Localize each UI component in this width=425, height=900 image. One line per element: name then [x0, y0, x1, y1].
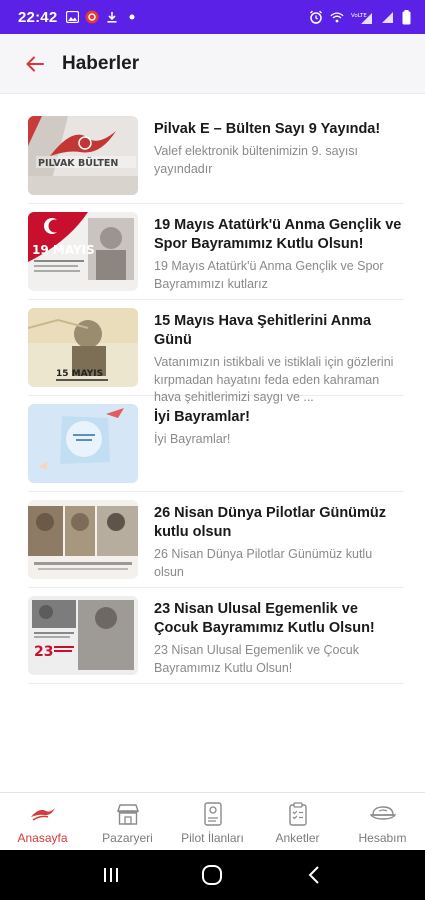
download-icon [105, 10, 119, 24]
nav-label: Pazaryeri [102, 831, 153, 845]
news-thumbnail: 19 MAYIS [28, 212, 138, 291]
system-navigation-bar [0, 850, 425, 900]
news-thumbnail [28, 500, 138, 579]
news-title: 23 Nisan Ulusal Egemenlik ve Çocuk Bayra… [154, 601, 375, 636]
alarm-icon [309, 10, 323, 24]
news-thumbnail [28, 404, 138, 483]
news-item[interactable]: 26 Nisan Dünya Pilotlar Günümüz kutlu ol… [28, 492, 404, 588]
news-subtitle: Valef elektronik bültenimizin 9. sayısı … [154, 144, 359, 176]
news-title: Pilvak E – Bülten Sayı 9 Yayında! [154, 121, 381, 137]
news-title: 19 Mayıs Atatürk'ü Anma Gençlik ve Spor … [154, 217, 402, 252]
nav-label: Pilot İlanları [181, 831, 244, 845]
system-status-icons: VoLTE [309, 9, 411, 24]
nav-label: Anketler [275, 831, 320, 845]
notification-icons [65, 10, 139, 24]
news-title: 26 Nisan Dünya Pilotlar Günümüz kutlu ol… [154, 505, 387, 540]
news-subtitle: 26 Nisan Dünya Pilotlar Günümüz kutlu ol… [154, 547, 373, 579]
wifi-icon [330, 10, 344, 24]
nav-label: Hesabım [358, 831, 407, 845]
status-time: 22:42 [18, 8, 58, 26]
plane-logo-icon [30, 801, 56, 827]
thumb-caption: 23 [34, 644, 53, 660]
news-list: PILVAK BÜLTEN Pilvak E – Bülten Sayı 9 Y… [28, 108, 404, 684]
news-title: 15 Mayıs Hava Şehitlerini Anma Günü [154, 313, 372, 348]
bottom-navigation: Anasayfa Pazaryeri Pilot İlanları Anketl… [0, 792, 425, 850]
thumb-caption: 19 MAYIS [32, 243, 95, 257]
volte-signal-icon: VoLTE [351, 10, 373, 24]
battery-icon [401, 9, 411, 24]
dot-icon [125, 10, 139, 24]
status-bar: 22:42 VoLTE [0, 0, 425, 34]
pilot-cap-icon [369, 801, 396, 827]
clipboard-icon [285, 801, 311, 827]
news-title: İyi Bayramlar! [154, 409, 250, 425]
nav-item-pilot-ilanlari[interactable]: Pilot İlanları [170, 793, 255, 850]
news-item[interactable]: 19 MAYIS 19 Mayıs Atatürk'ü Anma Gençlik… [28, 204, 404, 300]
back-icon[interactable] [294, 860, 334, 890]
news-item[interactable]: 23 23 Nisan Ulusal Egemenlik ve Çocuk Ba… [28, 588, 404, 684]
thumb-caption: 15 MAYIS [56, 369, 103, 379]
news-item[interactable]: İyi Bayramlar! İyi Bayramlar! [28, 396, 404, 492]
nav-item-anketler[interactable]: Anketler [255, 793, 340, 850]
image-icon [65, 10, 79, 24]
news-thumbnail: 15 MAYIS [28, 308, 138, 387]
news-subtitle: 19 Mayıs Atatürk'ü Anma Gençlik ve Spor … [154, 259, 384, 291]
store-icon [115, 801, 141, 827]
news-subtitle: İyi Bayramlar! [154, 432, 231, 446]
news-thumbnail: 23 [28, 596, 138, 675]
nav-item-anasayfa[interactable]: Anasayfa [0, 793, 85, 850]
news-item[interactable]: 15 MAYIS 15 Mayıs Hava Şehitlerini Anma … [28, 300, 404, 404]
nav-label: Anasayfa [17, 831, 68, 845]
signal-icon [380, 10, 394, 24]
home-icon[interactable] [192, 860, 232, 890]
arrow-left-icon[interactable] [24, 53, 46, 75]
news-item[interactable]: PILVAK BÜLTEN Pilvak E – Bülten Sayı 9 Y… [28, 108, 404, 204]
app-header: Haberler [0, 34, 425, 94]
nav-item-pazaryeri[interactable]: Pazaryeri [85, 793, 170, 850]
recent-apps-icon[interactable] [91, 860, 131, 890]
news-subtitle: 23 Nisan Ulusal Egemenlik ve Çocuk Bayra… [154, 643, 359, 675]
svg-text:VoLTE: VoLTE [351, 13, 367, 19]
page-title: Haberler [62, 52, 140, 74]
nav-item-hesabim[interactable]: Hesabım [340, 793, 425, 850]
document-icon [200, 801, 226, 827]
record-icon [85, 10, 99, 24]
news-thumbnail: PILVAK BÜLTEN [28, 116, 138, 195]
thumb-caption: PILVAK BÜLTEN [38, 158, 118, 169]
